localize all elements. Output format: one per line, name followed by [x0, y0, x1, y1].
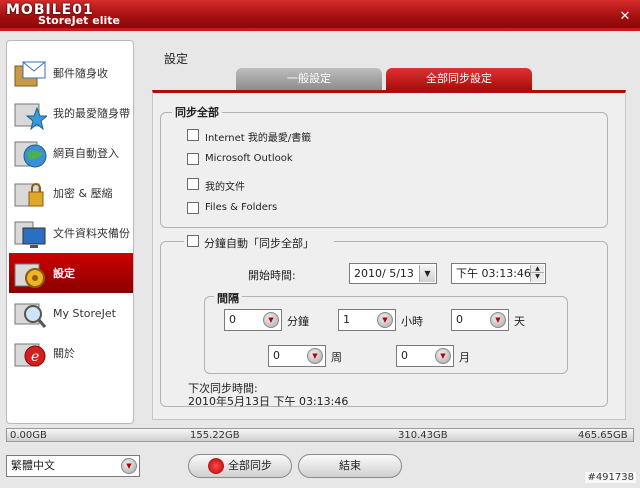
tab-sync-all-settings[interactable]: 全部同步設定	[386, 68, 532, 90]
checkbox-label: Microsoft Outlook	[205, 153, 293, 164]
hours-value: 1	[343, 313, 350, 326]
days-value: 0	[456, 313, 463, 326]
capacity-mark: 0.00GB	[10, 430, 47, 441]
checkbox-auto-sync[interactable]	[187, 235, 199, 247]
chevron-down-icon[interactable]: ▼	[377, 312, 393, 328]
window-title: StoreJet elite	[38, 14, 120, 27]
sidebar-item-label: 網頁自動登入	[53, 147, 119, 160]
chevron-down-icon[interactable]: ▼	[435, 348, 451, 364]
info-icon: e	[13, 336, 47, 370]
sidebar-item-settings[interactable]: 設定	[9, 253, 133, 293]
language-select[interactable]: 繁體中文 ▼	[6, 455, 140, 477]
sidebar-item-label: My StoreJet	[53, 306, 116, 320]
mail-icon	[13, 56, 47, 90]
capacity-mark: 465.65GB	[578, 430, 628, 441]
spin-down-icon[interactable]: ▼	[531, 273, 544, 281]
interval-group-title: 間隔	[214, 290, 242, 306]
time-spinner[interactable]: ▲ ▼	[530, 265, 544, 282]
checkbox-label: Internet 我的最愛/書籤	[205, 133, 312, 144]
months-input[interactable]: 0 ▼	[396, 345, 454, 367]
checkbox-files-folders[interactable]	[187, 202, 199, 214]
gear-folder-icon	[13, 256, 47, 290]
start-date-picker[interactable]: 2010/ 5/13 ▼	[349, 263, 437, 284]
sidebar-item-label: 郵件隨身收	[53, 67, 108, 80]
close-icon[interactable]: ✕	[618, 10, 632, 24]
sidebar-item-favorites[interactable]: 我的最愛隨身帶	[9, 93, 133, 133]
minutes-unit: 分鐘	[287, 315, 309, 328]
language-value: 繁體中文	[11, 459, 55, 472]
sync-icon	[208, 458, 224, 474]
sync-all-group-title: 同步全部	[172, 104, 222, 120]
monitor-backup-icon	[13, 216, 47, 250]
weeks-unit: 周	[331, 351, 342, 364]
sidebar-item-about[interactable]: e 關於	[9, 333, 133, 373]
auto-sync-label: 分鐘自動「同步全部」	[204, 237, 314, 250]
days-unit: 天	[514, 315, 525, 328]
lock-folder-icon	[13, 176, 47, 210]
months-unit: 月	[459, 351, 470, 364]
checkbox-label: Files & Folders	[205, 202, 278, 213]
checkbox-my-documents[interactable]	[187, 178, 199, 190]
sidebar-item-mail[interactable]: 郵件隨身收	[9, 53, 133, 93]
app-window: MOBILE01 StoreJet elite ✕ 郵件隨身收 我的最愛隨身帶 …	[0, 0, 640, 488]
minutes-value: 0	[229, 313, 236, 326]
checkbox-internet-favorites[interactable]	[187, 129, 199, 141]
sidebar-item-web-login[interactable]: 網頁自動登入	[9, 133, 133, 173]
exit-button[interactable]: 結束	[298, 454, 402, 478]
sidebar-item-encrypt[interactable]: 加密 & 壓縮	[9, 173, 133, 213]
minutes-input[interactable]: 0 ▼	[224, 309, 282, 331]
next-sync-value: 2010年5月13日 下午 03:13:46	[188, 395, 349, 408]
chevron-down-icon[interactable]: ▼	[121, 458, 137, 474]
days-input[interactable]: 0 ▼	[451, 309, 509, 331]
months-value: 0	[401, 349, 408, 362]
title-accent-line	[0, 28, 640, 31]
start-date-value: 2010/ 5/13	[354, 267, 414, 280]
interval-group	[204, 296, 568, 374]
weeks-input[interactable]: 0 ▼	[268, 345, 326, 367]
favorites-icon	[13, 96, 49, 131]
chevron-down-icon[interactable]: ▼	[307, 348, 323, 364]
start-time-label: 開始時間:	[248, 269, 296, 282]
chevron-down-icon[interactable]: ▼	[419, 265, 435, 282]
weeks-value: 0	[273, 349, 280, 362]
checkbox-outlook[interactable]	[187, 153, 199, 165]
capacity-mark: 155.22GB	[190, 430, 240, 441]
magnifier-drive-icon	[13, 296, 47, 330]
sidebar-item-label: 加密 & 壓縮	[53, 187, 113, 200]
capacity-mark: 310.43GB	[398, 430, 448, 441]
svg-text:e: e	[31, 349, 39, 365]
chevron-down-icon[interactable]: ▼	[490, 312, 506, 328]
sidebar-item-label: 我的最愛隨身帶	[53, 107, 130, 120]
checkbox-label: 我的文件	[205, 182, 245, 193]
sync-all-button-label: 全部同步	[228, 459, 272, 472]
sidebar-item-backup[interactable]: 文件資料夾備份	[9, 213, 133, 253]
title-bar: MOBILE01 StoreJet elite ✕	[0, 0, 640, 28]
sync-all-button[interactable]: 全部同步	[188, 454, 292, 478]
globe-icon	[13, 136, 47, 170]
chevron-down-icon[interactable]: ▼	[263, 312, 279, 328]
sidebar-item-label: 關於	[53, 347, 75, 360]
hours-input[interactable]: 1 ▼	[338, 309, 396, 331]
sidebar: 郵件隨身收 我的最愛隨身帶 網頁自動登入 加密 & 壓縮 文件資料夾備份 設定 …	[6, 40, 134, 424]
spin-up-icon[interactable]: ▲	[531, 265, 544, 273]
start-time-input[interactable]: 下午 03:13:46 ▲ ▼	[451, 263, 546, 284]
tab-general-settings[interactable]: 一般設定	[236, 68, 382, 90]
hours-unit: 小時	[401, 315, 423, 328]
capacity-bar	[6, 428, 634, 442]
start-time-value: 下午 03:13:46	[456, 267, 531, 280]
sidebar-item-label: 設定	[53, 267, 75, 280]
page-title: 設定	[164, 52, 189, 66]
watermark-id: #491738	[585, 472, 636, 483]
sidebar-item-my-storejet[interactable]: My StoreJet	[9, 293, 133, 333]
sidebar-item-label: 文件資料夾備份	[53, 227, 130, 240]
